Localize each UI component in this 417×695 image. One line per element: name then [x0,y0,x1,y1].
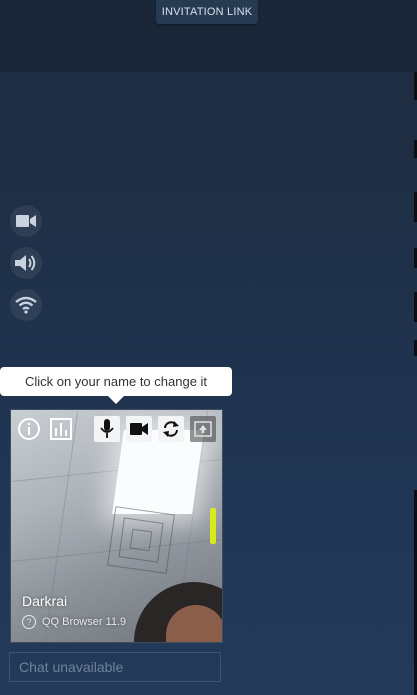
wifi-icon [15,296,37,314]
stats-icon [50,418,72,440]
screen-share-icon [194,421,212,437]
speaker-icon [15,255,36,271]
screen-share-button[interactable] [190,416,216,442]
browser-label: QQ Browser 11.9 [42,616,127,628]
refresh-icon [163,421,179,437]
network-status-button[interactable] [10,289,42,321]
microphone-button[interactable] [94,416,120,442]
mid-band [0,72,417,192]
switch-camera-button[interactable] [158,416,184,442]
info-icon [18,418,40,440]
ceiling-light [112,430,204,514]
participant-name[interactable]: Darkrai [22,593,67,609]
video-camera-icon [16,215,36,227]
camera-button[interactable] [126,416,152,442]
audio-level-indicator [210,508,216,544]
invitation-link-button[interactable]: INVITATION LINK [156,0,258,24]
ceiling-vent [107,506,175,574]
video-camera-icon [130,423,148,435]
microphone-icon [100,419,114,438]
info-button[interactable] [16,416,42,442]
help-circle-icon: ? [22,615,36,629]
participant-video-tile[interactable]: Darkrai ? QQ Browser 11.9 [10,409,223,643]
participant-browser-info: ? QQ Browser 11.9 [22,615,126,629]
stats-button[interactable] [48,416,74,442]
tooltip-arrow [108,396,124,404]
chat-input[interactable] [9,652,221,682]
name-change-tooltip: Click on your name to change it [0,367,232,396]
speaker-toggle-button[interactable] [10,247,42,279]
camera-toggle-button[interactable] [10,205,42,237]
